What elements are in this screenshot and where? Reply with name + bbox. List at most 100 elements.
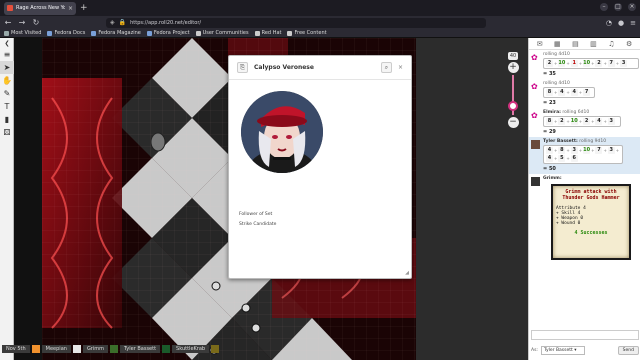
toolbar: ❮ ≡ ➤ ✋ ✎ T ▮ ⚄ xyxy=(0,38,14,360)
plus-icon: + xyxy=(603,61,607,66)
chat-message: ✿ rolling 4d10 8 + 4 + 4 + 7 = 23 xyxy=(529,79,640,108)
sender-name: Elmira: xyxy=(543,110,561,115)
player-entry[interactable]: Tyler Bassett xyxy=(120,345,171,354)
plus-icon: + xyxy=(615,61,620,66)
zoom-slider[interactable] xyxy=(508,75,518,115)
chat-panel: ✉ ▦ ▤ ▥ ♫ ⚙ ✿ rolling 4d10 2 + 10 + 1 + 10 +… xyxy=(528,38,640,360)
player-color-swatch xyxy=(211,345,220,353)
die: 7 xyxy=(595,147,603,154)
tab-settings-icon[interactable]: ⚙ xyxy=(626,40,632,48)
new-tab-icon[interactable]: + xyxy=(80,3,88,13)
chat-log: ✿ rolling 4d10 2 + 10 + 1 + 10 + 2 + 7 + 3 = 3… xyxy=(529,50,640,330)
send-button[interactable]: Send xyxy=(617,345,639,355)
browser-tab-strip: Rage Across New York × + – □ × xyxy=(0,0,640,16)
roll-expression: 8 + 2 + 10 + 2 + 4 + 3 xyxy=(543,116,621,127)
roll-expression: 2 + 10 + 1 + 10 + 2 + 7 + 3 xyxy=(543,58,639,69)
fedora-icon xyxy=(91,30,97,36)
zoom-in-button[interactable]: + xyxy=(507,62,519,73)
url-bar[interactable]: ◈ 🔒 https://app.roll20.net/editor/ xyxy=(106,17,486,28)
player-entry[interactable]: SkuttleKrab xyxy=(172,345,220,354)
tab-jukebox-icon[interactable]: ♫ xyxy=(608,40,614,48)
tab-journal-icon[interactable]: ▤ xyxy=(572,40,579,48)
plus-icon: + xyxy=(554,156,558,161)
draw-tool-icon[interactable]: ✎ xyxy=(0,87,14,100)
ruler-tool-icon[interactable]: ▮ xyxy=(0,113,14,126)
text-tool-icon[interactable]: T xyxy=(0,100,14,113)
roll-template-card: Grimm attack with Thunder Gods Hammer At… xyxy=(551,184,631,260)
close-window-icon[interactable]: × xyxy=(628,3,636,11)
die: 3 xyxy=(607,118,615,125)
minimize-icon[interactable]: – xyxy=(600,3,608,11)
tab-chat-icon[interactable]: ✉ xyxy=(537,40,543,48)
reload-icon[interactable]: ↻ xyxy=(32,18,40,27)
character-portrait xyxy=(241,91,323,173)
die: 4 xyxy=(558,89,566,96)
menu-icon[interactable]: ≡ xyxy=(0,48,14,61)
plus-icon: + xyxy=(578,90,583,95)
zoom-level: 40 xyxy=(507,52,519,60)
player-entry[interactable]: Meepian xyxy=(41,345,81,354)
chat-message: Grimm: Grimm attack with Thunder Gods Ha… xyxy=(529,174,640,262)
roll20-favicon-icon xyxy=(7,5,13,11)
die: 4 xyxy=(546,147,553,154)
die: 8 xyxy=(558,147,566,154)
zoom-slider-handle[interactable] xyxy=(508,101,518,111)
popup-header: ⎘ Calypso Veronese ⌕ × xyxy=(229,56,411,80)
tab-compendium-icon[interactable]: ▥ xyxy=(590,40,597,48)
chat-footer: As: Tyler Bassett ▾ Send xyxy=(531,344,639,356)
plus-icon: + xyxy=(554,148,558,153)
bookmark-item[interactable]: Free Content xyxy=(287,30,327,36)
bookmark-item[interactable]: Most Visited xyxy=(4,30,41,36)
plus-icon: + xyxy=(566,119,570,124)
tab-art-icon[interactable]: ▦ xyxy=(554,40,561,48)
die: 10 xyxy=(570,118,578,125)
pan-tool-icon[interactable]: ✋ xyxy=(0,74,14,87)
sidebar-tabs: ✉ ▦ ▤ ▥ ♫ ⚙ xyxy=(529,38,640,50)
select-tool-icon[interactable]: ➤ xyxy=(0,61,14,74)
menu-icon[interactable]: ≡ xyxy=(630,19,636,27)
player-entry[interactable]: Grimm xyxy=(82,345,118,354)
collapse-icon[interactable]: ❮ xyxy=(0,38,14,48)
search-icon[interactable]: ⌕ xyxy=(380,62,392,73)
roll20-app: ❮ ≡ ➤ ✋ ✎ T ▮ ⚄ 40 + − ⎘ Calypso Verones… xyxy=(0,38,640,360)
pocket-icon[interactable]: ◔ xyxy=(606,19,612,27)
url-text: https://app.roll20.net/editor/ xyxy=(130,19,202,26)
forward-icon[interactable]: → xyxy=(18,18,26,27)
maximize-icon[interactable]: □ xyxy=(614,3,622,11)
card-result: 4 Successes xyxy=(574,230,608,236)
rose-icon: ✿ xyxy=(531,111,538,120)
sender-name: Tyler Bassett: xyxy=(543,139,578,144)
canvas-margin xyxy=(14,38,42,360)
browser-tab[interactable]: Rage Across New York × xyxy=(4,1,76,15)
back-icon[interactable]: ← xyxy=(4,18,12,27)
plus-icon: + xyxy=(554,61,558,66)
shield-icon: ◈ xyxy=(110,19,115,26)
roll-result: = 35 xyxy=(543,71,556,77)
chat-input[interactable] xyxy=(531,330,639,340)
plus-icon: + xyxy=(554,119,558,124)
close-tab-icon[interactable]: × xyxy=(68,5,73,12)
roll-result: = 23 xyxy=(543,100,556,106)
account-icon[interactable]: ● xyxy=(618,19,624,27)
die: 1 xyxy=(570,60,578,67)
bookmark-item[interactable]: Fedora Project xyxy=(146,30,190,36)
dice-tool-icon[interactable]: ⚄ xyxy=(0,126,14,139)
resize-handle-icon[interactable]: ◢ xyxy=(405,270,409,276)
close-icon[interactable]: × xyxy=(398,64,403,71)
plus-icon: + xyxy=(615,148,620,153)
bookmark-item[interactable]: Red Hat xyxy=(254,30,281,36)
speak-as-select[interactable]: Tyler Bassett ▾ xyxy=(540,345,585,355)
die: 2 xyxy=(583,118,591,125)
roll-total: 35 xyxy=(548,71,556,77)
link-icon[interactable]: ⎘ xyxy=(237,62,248,73)
bookmark-item[interactable]: Fedora Magazine xyxy=(91,30,141,36)
bookmark-item[interactable]: Fedora Docs xyxy=(47,30,85,36)
zoom-out-button[interactable]: − xyxy=(507,117,519,128)
bookmark-item[interactable]: User Communities xyxy=(195,30,249,36)
speak-as-value: Tyler Bassett xyxy=(543,347,573,353)
roll-total: 23 xyxy=(548,100,556,106)
player-color-swatch xyxy=(72,345,81,353)
player-entry[interactable]: Nov 5th xyxy=(2,345,40,354)
die: 8 xyxy=(546,118,553,125)
roll-label: rolling 6d10 xyxy=(562,110,590,115)
